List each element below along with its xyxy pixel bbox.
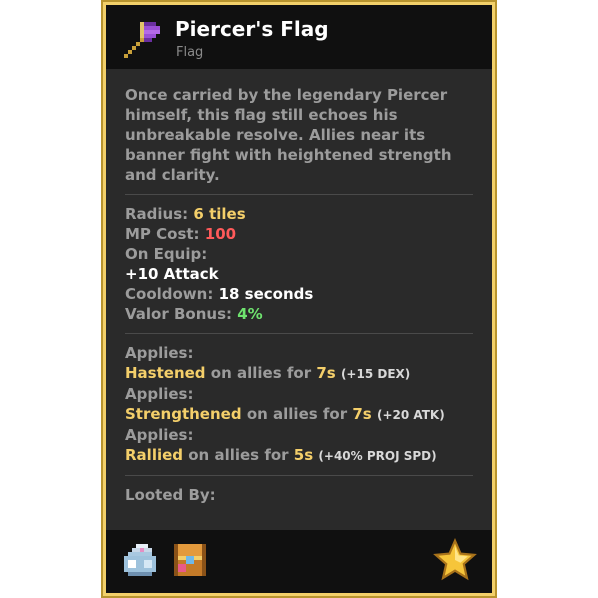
applies-label: Applies: [125, 385, 194, 403]
divider [125, 194, 473, 195]
applies-label: Applies: [125, 344, 194, 362]
effect-detail: (+15 DEX) [340, 367, 411, 381]
valor-bonus-value: 4% [237, 305, 263, 323]
effect-target: on allies for [188, 446, 289, 464]
valor-bonus-label: Valor Bonus: [125, 305, 232, 323]
tooltip-footer [106, 530, 492, 593]
effect-duration: 5s [293, 446, 314, 464]
item-type: Flag [176, 45, 204, 60]
effect-target: on allies for [246, 405, 348, 423]
item-description: Once carried by the legendary Piercer hi… [125, 86, 452, 184]
effect-duration: 7s [316, 364, 336, 382]
radius-row: Radius: 6 tiles [125, 204, 473, 224]
loot-bag-icon[interactable] [120, 540, 160, 580]
item-tooltip-card: Piercer's Flag Flag Once carried by the … [101, 0, 497, 598]
cooldown-row: Cooldown: 18 seconds [125, 284, 473, 304]
effect-detail: (+40% PROJ SPD) [318, 449, 437, 463]
mp-cost-label: MP Cost: [125, 225, 200, 243]
divider [125, 333, 473, 334]
flag-item-icon [124, 22, 160, 58]
mp-cost-row: MP Cost: 100 [125, 224, 473, 244]
radius-label: Radius: [125, 205, 189, 223]
treasure-chest-icon[interactable] [170, 540, 210, 580]
effect-name: Hastened [125, 364, 206, 382]
tooltip-header: Piercer's Flag Flag [106, 5, 492, 69]
divider [125, 475, 473, 476]
effect-name: Rallied [125, 446, 184, 464]
effect-row-rallied: Rallied on allies for 5s (+40% PROJ SPD) [125, 445, 473, 466]
effect-row-hastened: Hastened on allies for 7s (+15 DEX) [125, 363, 473, 384]
effect-target: on allies for [210, 364, 312, 382]
on-equip-bonus: +10 Attack [125, 265, 219, 283]
item-tooltip-panel: Piercer's Flag Flag Once carried by the … [103, 2, 495, 596]
effect-name: Strengthened [125, 405, 242, 423]
star-icon[interactable] [433, 538, 477, 582]
on-equip-label: On Equip: [125, 245, 208, 263]
radius-value: 6 tiles [193, 205, 246, 223]
valor-bonus-row: Valor Bonus: 4% [125, 304, 473, 324]
cooldown-value: 18 seconds [218, 285, 314, 303]
looted-by-label: Looted By: [125, 486, 216, 504]
cooldown-label: Cooldown: [125, 285, 214, 303]
mp-cost-value: 100 [204, 225, 237, 243]
effect-detail: (+20 ATK) [376, 408, 445, 422]
effect-row-strengthened: Strengthened on allies for 7s (+20 ATK) [125, 404, 473, 425]
tooltip-content: Once carried by the legendary Piercer hi… [125, 85, 473, 505]
applies-label: Applies: [125, 426, 194, 444]
effect-duration: 7s [352, 405, 372, 423]
item-name: Piercer's Flag [175, 17, 329, 41]
